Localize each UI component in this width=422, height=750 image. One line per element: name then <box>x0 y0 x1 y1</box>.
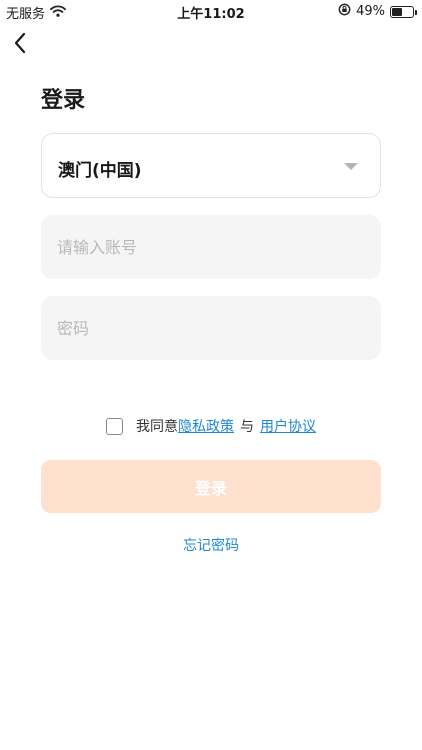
agreement-checkbox[interactable] <box>106 417 123 435</box>
battery-level <box>392 7 402 16</box>
orientation-lock-icon <box>338 3 351 20</box>
agreement-row: 我同意 隐私政策 与 用户协议 <box>106 416 316 436</box>
chevron-left-icon <box>10 32 32 60</box>
status-right: 49% <box>338 3 417 20</box>
account-input[interactable] <box>41 215 381 279</box>
privacy-policy-link[interactable]: 隐私政策 <box>178 416 234 436</box>
battery-icon <box>390 5 417 18</box>
caret-down-icon <box>344 163 358 170</box>
forgot-password-link[interactable]: 忘记密码 <box>0 535 422 555</box>
page-title: 登录 <box>41 88 86 113</box>
agreement-and: 与 <box>240 419 254 435</box>
user-agreement-link[interactable]: 用户协议 <box>260 416 316 436</box>
region-value: 澳门(中国) <box>58 161 142 181</box>
region-select[interactable]: 澳门(中国) <box>41 133 381 198</box>
status-bar: 无服务 上午11:02 49% <box>0 0 422 22</box>
back-button[interactable] <box>10 30 32 56</box>
password-input[interactable] <box>41 296 381 360</box>
battery-cap <box>415 9 417 15</box>
login-button[interactable]: 登录 <box>41 460 381 513</box>
battery-percent: 49% <box>356 4 385 19</box>
agreement-prefix: 我同意 <box>136 419 178 435</box>
